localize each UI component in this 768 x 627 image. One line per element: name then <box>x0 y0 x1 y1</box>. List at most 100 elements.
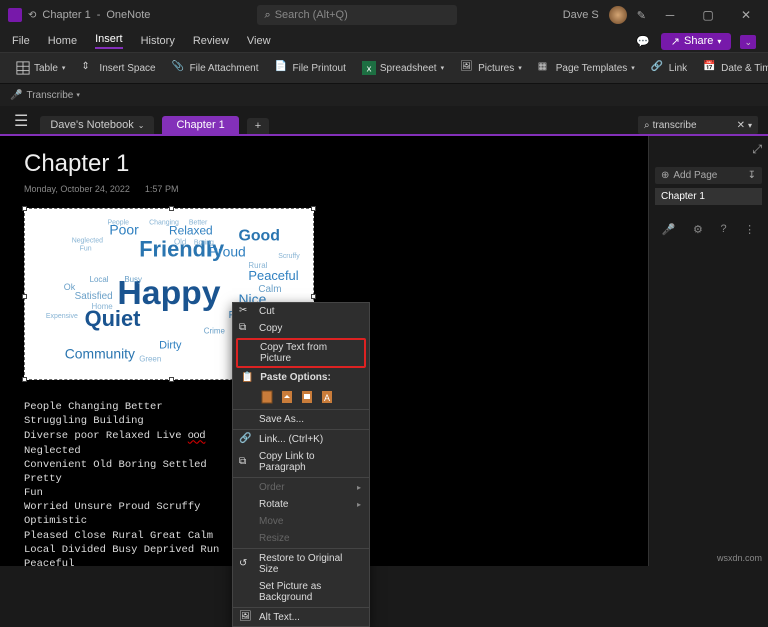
mic-icon[interactable]: 🎤 <box>662 223 676 236</box>
page-list-item[interactable]: Chapter 1 <box>655 188 762 205</box>
svg-text:Proud: Proud <box>209 243 246 259</box>
alt-text-icon: 🖼 <box>239 611 252 624</box>
paperclip-icon: 📎 <box>172 61 186 75</box>
search-placeholder: Search (Alt+Q) <box>275 9 348 21</box>
menu-insert[interactable]: Insert <box>95 33 123 49</box>
share-button[interactable]: ↗ Share ▾ <box>661 33 732 50</box>
spreadsheet-icon: x <box>362 61 376 75</box>
search-box[interactable]: ⌕ Search (Alt+Q) <box>257 5 457 25</box>
ctx-link[interactable]: 🔗 Link... (Ctrl+K) <box>233 431 369 448</box>
restore-icon: ↺ <box>239 558 252 571</box>
clipboard-icon: 📋 <box>241 372 253 383</box>
svg-text:Good: Good <box>239 227 280 244</box>
share-icon: ↗ <box>671 35 680 48</box>
ctx-copy-link[interactable]: ⧉ Copy Link to Paragraph <box>233 448 369 476</box>
link-icon: 🔗 <box>651 61 665 75</box>
pen-icon[interactable]: ✎ <box>637 9 646 22</box>
ribbon-table[interactable]: Table▾ <box>10 58 71 78</box>
transcribe-button[interactable]: Transcribe <box>26 90 73 101</box>
ctx-set-bg[interactable]: Set Picture as Background <box>233 578 369 606</box>
menu-history[interactable]: History <box>141 35 175 47</box>
avatar[interactable] <box>609 6 627 24</box>
resize-handle[interactable] <box>169 377 174 382</box>
paste-keep-formatting[interactable] <box>259 389 275 405</box>
close-button[interactable]: ✕ <box>732 0 760 30</box>
paste-picture[interactable] <box>299 389 315 405</box>
svg-text:Calm: Calm <box>258 284 281 295</box>
menu-file[interactable]: File <box>12 35 30 47</box>
ribbon-page-templates[interactable]: ▦ Page Templates▾ <box>532 58 641 78</box>
svg-text:Rural: Rural <box>248 261 267 270</box>
svg-text:Fun: Fun <box>80 245 92 252</box>
expand-icon[interactable]: ⤢ <box>746 136 768 163</box>
gear-icon[interactable]: ⚙ <box>693 223 703 236</box>
maximize-button[interactable]: ▢ <box>694 0 722 30</box>
comment-icon[interactable]: 💬 <box>636 36 650 48</box>
ctx-rotate[interactable]: Rotate▸ <box>233 496 369 513</box>
menu-home[interactable]: Home <box>48 35 77 47</box>
svg-text:Community: Community <box>65 346 135 362</box>
resize-handle[interactable] <box>311 294 316 299</box>
more-icon[interactable]: ⋮ <box>744 223 755 236</box>
resize-handle[interactable] <box>169 206 174 211</box>
collapse-icon[interactable]: ⌄ <box>740 35 756 49</box>
svg-text:Scruffy: Scruffy <box>278 253 300 260</box>
resize-handle[interactable] <box>22 206 27 211</box>
svg-text:x: x <box>366 64 371 75</box>
page-time: 1:57 PM <box>145 184 179 194</box>
chevron-down-icon: ▾ <box>717 37 721 46</box>
ctx-restore[interactable]: ↺ Restore to Original Size <box>233 550 369 578</box>
search-icon: ⌕ <box>265 9 271 22</box>
ctx-save-as[interactable]: Save As... <box>233 411 369 428</box>
clear-icon[interactable]: ✕ <box>737 120 745 131</box>
svg-text:People: People <box>107 220 129 227</box>
page-date: Monday, October 24, 2022 <box>24 184 130 194</box>
ctx-resize: Resize <box>233 530 369 547</box>
resize-handle[interactable] <box>22 294 27 299</box>
resize-handle[interactable] <box>311 206 316 211</box>
sort-icon[interactable]: ↧ <box>748 170 756 181</box>
nav-menu-icon[interactable]: ☰ <box>10 108 32 134</box>
ribbon-file-printout[interactable]: 📄 File Printout <box>269 58 352 78</box>
copy-link-icon: ⧉ <box>239 456 252 469</box>
minimize-button[interactable]: ─ <box>656 0 684 30</box>
resize-handle[interactable] <box>22 377 27 382</box>
chevron-down-icon[interactable]: ▾ <box>748 121 752 130</box>
paste-text-only[interactable]: A <box>319 389 335 405</box>
table-icon <box>16 61 30 75</box>
add-section-button[interactable]: + <box>247 118 269 134</box>
search-value: transcribe <box>653 120 697 131</box>
ribbon-pictures[interactable]: 🖼 Pictures▾ <box>454 58 528 78</box>
help-icon[interactable]: ? <box>720 223 726 236</box>
svg-text:Boring: Boring <box>194 239 214 246</box>
menu-review[interactable]: Review <box>193 35 229 47</box>
ctx-copy-text-from-picture[interactable]: Copy Text from Picture <box>236 338 366 368</box>
add-page-button[interactable]: ⊕ Add Page ↧ <box>655 167 762 184</box>
calendar-icon: 📅 <box>703 61 717 75</box>
svg-text:Dirty: Dirty <box>159 340 182 352</box>
svg-text:Home: Home <box>92 302 114 311</box>
notebook-selector[interactable]: Dave's Notebook ⌄ <box>40 116 154 134</box>
svg-text:Green: Green <box>139 355 161 364</box>
ribbon-link[interactable]: 🔗 Link <box>645 58 693 78</box>
ctx-cut[interactable]: ✂ Cut <box>233 303 369 320</box>
section-tab-chapter1[interactable]: Chapter 1 <box>162 116 238 134</box>
user-name[interactable]: Dave S <box>563 9 599 21</box>
ribbon-file-attachment[interactable]: 📎 File Attachment <box>166 58 265 78</box>
cut-icon: ✂ <box>239 305 252 318</box>
ctx-copy[interactable]: ⧉ Copy <box>233 320 369 337</box>
svg-text:Changing: Changing <box>149 220 179 227</box>
page-title[interactable]: Chapter 1 <box>24 150 624 178</box>
watermark: wsxdn.com <box>717 553 762 563</box>
ribbon-date-time[interactable]: 📅 Date & Time▾ <box>697 58 768 78</box>
ctx-alt-text[interactable]: 🖼 Alt Text... <box>233 609 369 626</box>
menu-view[interactable]: View <box>247 35 271 47</box>
copy-icon: ⧉ <box>239 322 252 335</box>
ribbon-insert-space[interactable]: ⇕ Insert Space <box>75 58 161 78</box>
back-icon[interactable]: ⟲ <box>28 10 36 21</box>
search-notes-input[interactable]: ⌕ transcribe ✕ ▾ <box>638 116 758 134</box>
context-menu: ✂ Cut ⧉ Copy Copy Text from Picture 📋 Pa… <box>232 302 370 627</box>
paste-merge[interactable] <box>279 389 295 405</box>
ribbon-spreadsheet[interactable]: x Spreadsheet▾ <box>356 58 450 78</box>
templates-icon: ▦ <box>538 61 552 75</box>
